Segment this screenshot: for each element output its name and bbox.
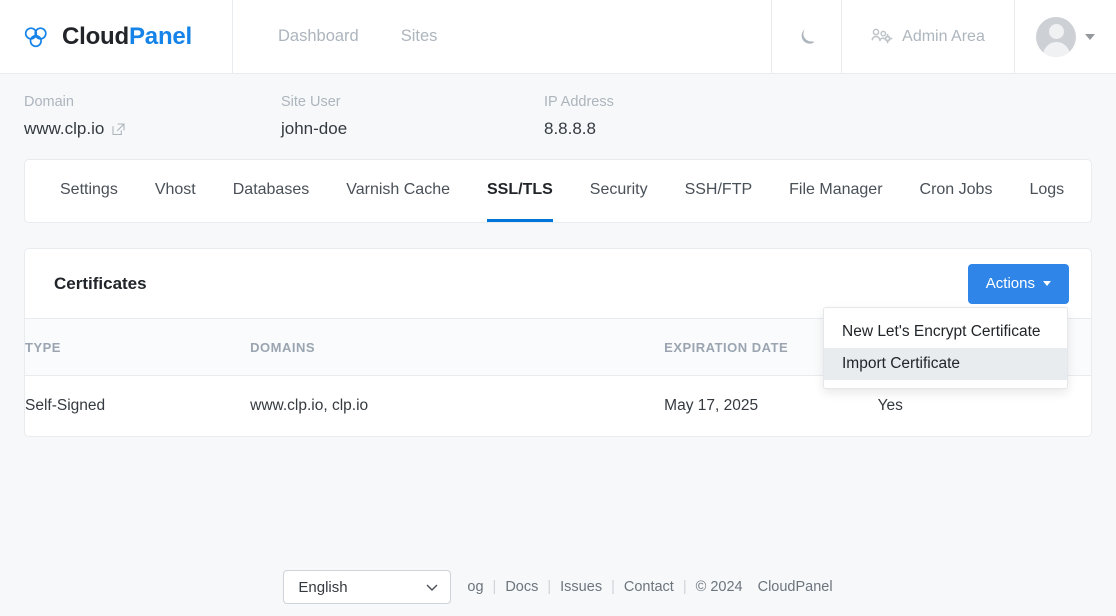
- tab-databases[interactable]: Databases: [233, 160, 310, 222]
- tab-security[interactable]: Security: [590, 160, 648, 222]
- footer-separator: |: [683, 579, 687, 595]
- avatar-body: [1043, 42, 1070, 57]
- site-user-value: john-doe: [281, 119, 544, 139]
- tab-bar: Settings Vhost Databases Varnish Cache S…: [24, 159, 1092, 223]
- footer-product-name: CloudPanel: [758, 579, 833, 595]
- top-header: CloudPanel Dashboard Sites Admin Area: [0, 0, 1116, 74]
- footer-separator: |: [547, 579, 551, 595]
- ip-address-label: IP Address: [544, 94, 614, 110]
- page-footer: English og | Docs | Issues | Contact | ©…: [0, 558, 1116, 616]
- brand-name: CloudPanel: [62, 23, 192, 51]
- domain-value: www.clp.io: [24, 119, 104, 139]
- admin-area-label: Admin Area: [902, 28, 985, 46]
- column-header-domains: DOMAINS: [250, 319, 664, 376]
- users-cog-icon: [871, 28, 893, 46]
- moon-icon: [798, 27, 816, 47]
- cloud-logo-icon: [22, 25, 50, 49]
- user-avatar-icon: [1036, 17, 1076, 57]
- site-user-label: Site User: [281, 94, 544, 110]
- actions-button[interactable]: Actions: [968, 264, 1069, 304]
- chevron-down-icon: [426, 584, 438, 591]
- tab-varnish-cache[interactable]: Varnish Cache: [346, 160, 450, 222]
- user-menu-button[interactable]: [1015, 0, 1116, 73]
- footer-separator: |: [611, 579, 615, 595]
- dropdown-item-import-certificate[interactable]: Import Certificate: [824, 348, 1067, 380]
- avatar-head: [1049, 24, 1064, 39]
- footer-links: og | Docs | Issues | Contact | © 2024 Cl…: [467, 579, 832, 595]
- site-info-user: Site User john-doe: [281, 94, 544, 159]
- actions-button-label: Actions: [986, 275, 1035, 292]
- tab-vhost[interactable]: Vhost: [155, 160, 196, 222]
- brand-name-part1: Cloud: [62, 23, 129, 50]
- external-link-icon[interactable]: [112, 123, 125, 136]
- main-navigation: Dashboard Sites: [233, 0, 772, 73]
- certificates-title: Certificates: [54, 274, 147, 294]
- caret-down-icon: [1085, 34, 1095, 40]
- tab-logs[interactable]: Logs: [1029, 160, 1064, 222]
- footer-link-issues[interactable]: Issues: [560, 579, 602, 595]
- certificates-card: Certificates Actions TYPE DOMAINS EXPIRA…: [24, 248, 1092, 437]
- ip-address-value: 8.8.8.8: [544, 119, 614, 139]
- cell-type: Self-Signed: [25, 376, 250, 436]
- caret-down-icon: [1043, 281, 1051, 286]
- actions-dropdown-menu: New Let's Encrypt Certificate Import Cer…: [823, 307, 1068, 389]
- dropdown-item-new-lets-encrypt-certificate[interactable]: New Let's Encrypt Certificate: [824, 316, 1067, 348]
- footer-link-docs[interactable]: Docs: [505, 579, 538, 595]
- site-info-strip: Domain www.clp.io Site User john-doe IP …: [0, 74, 1116, 159]
- domain-value-row: www.clp.io: [24, 119, 281, 139]
- admin-area-button[interactable]: Admin Area: [842, 0, 1015, 73]
- footer-copyright: © 2024: [696, 579, 743, 595]
- footer-link-blog[interactable]: og: [467, 579, 483, 595]
- footer-separator: |: [493, 579, 497, 595]
- tab-settings[interactable]: Settings: [60, 160, 118, 222]
- domain-label: Domain: [24, 94, 281, 110]
- footer-link-contact[interactable]: Contact: [624, 579, 674, 595]
- site-info-domain: Domain www.clp.io: [24, 94, 281, 159]
- nav-dashboard[interactable]: Dashboard: [278, 27, 359, 46]
- brand-name-part2: Panel: [129, 23, 192, 50]
- tab-ssl-tls[interactable]: SSL/TLS: [487, 160, 553, 222]
- brand-logo-area[interactable]: CloudPanel: [0, 0, 233, 73]
- tab-ssh-ftp[interactable]: SSH/FTP: [685, 160, 753, 222]
- tab-file-manager[interactable]: File Manager: [789, 160, 882, 222]
- site-info-ip: IP Address 8.8.8.8: [544, 94, 614, 159]
- language-select-value: English: [298, 579, 347, 596]
- column-header-type: TYPE: [25, 319, 250, 376]
- tab-cron-jobs[interactable]: Cron Jobs: [920, 160, 993, 222]
- language-select[interactable]: English: [283, 570, 451, 604]
- nav-sites[interactable]: Sites: [401, 27, 438, 46]
- main-content: Settings Vhost Databases Varnish Cache S…: [0, 159, 1116, 437]
- dark-mode-toggle[interactable]: [772, 0, 842, 73]
- cell-domains: www.clp.io, clp.io: [250, 376, 664, 436]
